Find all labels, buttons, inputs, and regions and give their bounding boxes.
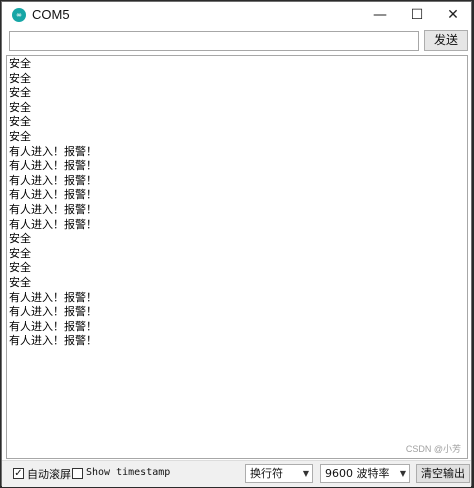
- chevron-down-icon: ▼: [302, 469, 309, 478]
- output-line: 有人进入！报警！: [9, 188, 97, 202]
- output-lines: 安全 安全 安全 安全 安全 安全 有人进入！报警！ 有人进入！报警！ 有人进入！报警！ 有人进入…: [9, 57, 97, 349]
- window-title: COM5: [32, 7, 70, 22]
- baud-rate-select[interactable]: 9600 波特率 ▼: [320, 464, 410, 483]
- chevron-down-icon: ▼: [399, 469, 406, 478]
- output-line: 安全: [9, 129, 31, 143]
- output-line: 安全: [9, 115, 31, 129]
- output-line: 安全: [9, 86, 31, 100]
- output-line: 有人进入！报警！: [9, 319, 97, 333]
- line-ending-select[interactable]: 换行符 ▼: [245, 464, 313, 483]
- output-line: 安全: [9, 275, 31, 289]
- minimize-button[interactable]: —: [362, 2, 398, 28]
- output-line: 安全: [9, 232, 31, 246]
- arduino-icon: ∞: [12, 8, 26, 22]
- output-line: 有人进入！报警！: [9, 144, 97, 158]
- output-line: 有人进入！报警！: [9, 217, 97, 231]
- autoscroll-label: 自动滚屏: [27, 468, 71, 481]
- clear-output-button[interactable]: 清空输出: [416, 464, 470, 483]
- output-line: 安全: [9, 71, 31, 85]
- output-line: 有人进入！报警！: [9, 290, 97, 304]
- timestamp-label: Show timestamp: [86, 467, 171, 478]
- line-ending-value: 换行符: [250, 467, 283, 480]
- title-bar: ∞ COM5 — ☐ ✕: [2, 2, 471, 28]
- output-line: 有人进入！报警！: [9, 305, 97, 319]
- autoscroll-checkbox[interactable]: ✓: [13, 468, 24, 479]
- output-line: 有人进入！报警！: [9, 334, 97, 348]
- output-line: 有人进入！报警！: [9, 173, 97, 187]
- serial-output[interactable]: 安全 安全 安全 安全 安全 安全 有人进入！报警！ 有人进入！报警！ 有人进入！报警！ 有人进入…: [6, 55, 468, 459]
- bottom-toolbar: ✓ 自动滚屏 Show timestamp 换行符 ▼ 9600 波特率 ▼ 清…: [2, 460, 471, 487]
- output-line: 安全: [9, 261, 31, 275]
- timestamp-checkbox[interactable]: [72, 468, 83, 479]
- close-button[interactable]: ✕: [435, 2, 471, 28]
- output-line: 安全: [9, 57, 31, 70]
- output-line: 有人进入！报警！: [9, 202, 97, 216]
- output-line: 有人进入！报警！: [9, 159, 97, 173]
- send-button[interactable]: 发送: [424, 30, 468, 51]
- send-input[interactable]: [9, 31, 419, 51]
- output-line: 安全: [9, 246, 31, 260]
- baud-rate-value: 9600 波特率: [325, 467, 390, 480]
- serial-monitor-window: ∞ COM5 — ☐ ✕ 发送 安全 安全 安全 安全 安全 安全 有人进入！报警！ 有人进入…: [1, 1, 472, 487]
- watermark: CSDN @小芳: [405, 444, 461, 454]
- maximize-button[interactable]: ☐: [399, 2, 435, 28]
- output-line: 安全: [9, 100, 31, 114]
